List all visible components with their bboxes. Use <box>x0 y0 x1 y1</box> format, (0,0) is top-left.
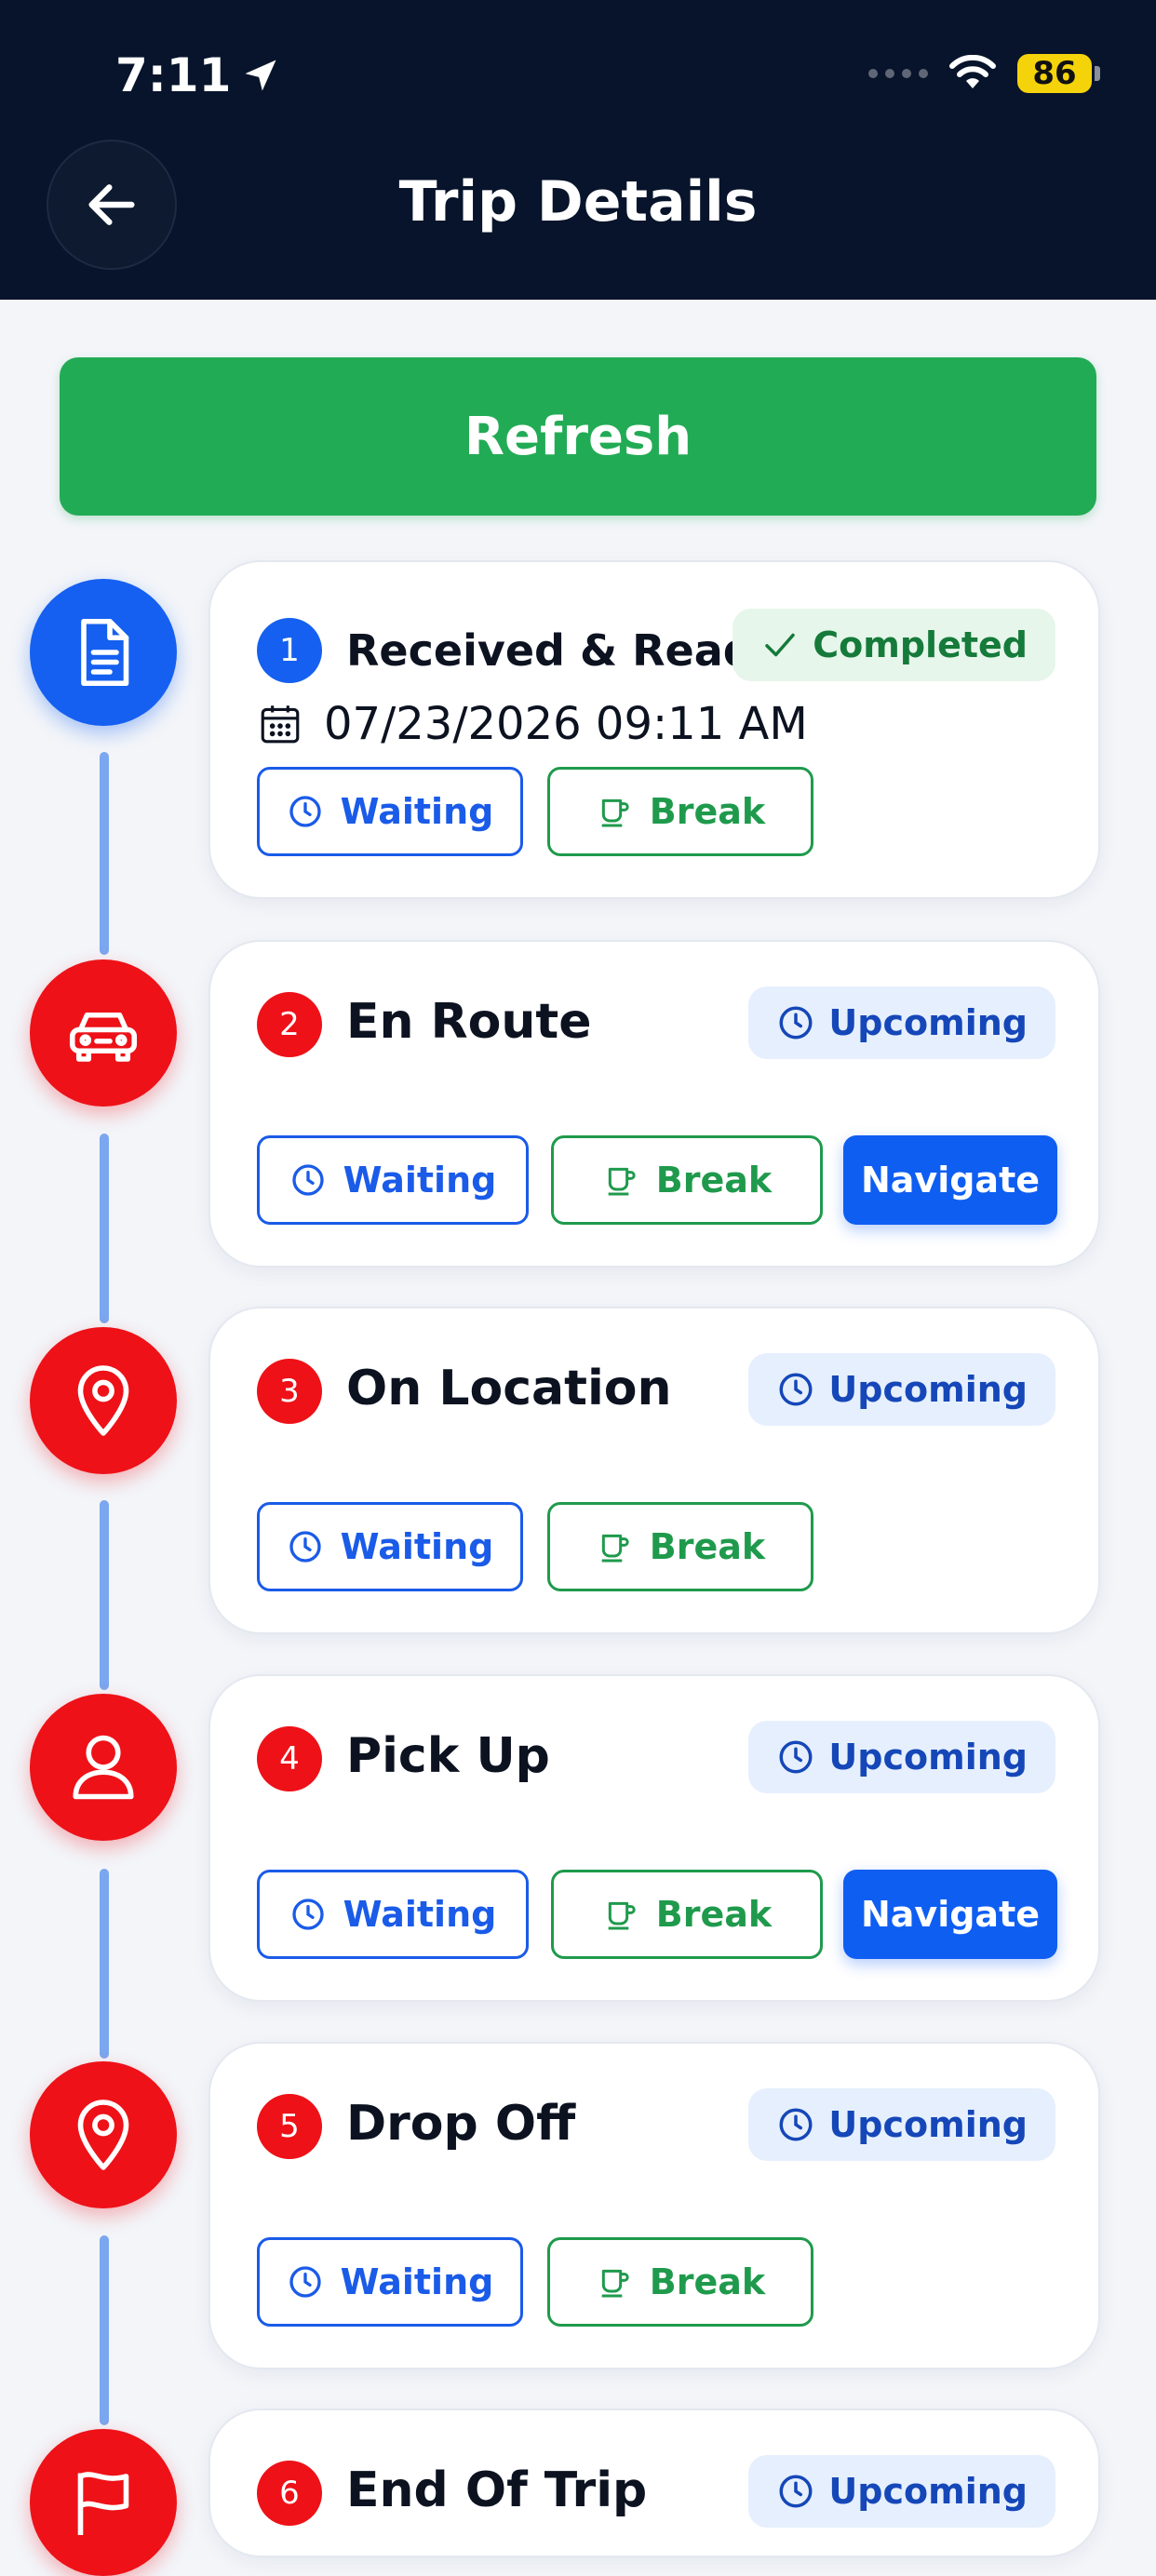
status-badge: Upcoming <box>748 986 1055 1059</box>
step-number-badge: 3 <box>257 1359 322 1424</box>
coffee-cup-icon <box>601 1534 629 1563</box>
waiting-button[interactable]: Waiting <box>257 767 523 856</box>
status-badge: Completed <box>733 609 1055 681</box>
clock-icon <box>289 1531 321 1563</box>
status-badge: Upcoming <box>748 1353 1055 1426</box>
waiting-button-label: Waiting <box>340 1526 494 1567</box>
clock-icon <box>779 1006 813 1040</box>
location-pin-icon <box>77 2100 129 2170</box>
step-4-marker <box>30 1694 177 1841</box>
break-button[interactable]: Break <box>547 1502 813 1591</box>
step-5-marker <box>30 2061 177 2208</box>
car-icon <box>69 1012 138 1062</box>
clock-icon <box>779 1740 813 1774</box>
clock-icon <box>779 2108 813 2141</box>
status-badge: Upcoming <box>748 2088 1055 2161</box>
clock-icon <box>289 2266 321 2298</box>
status-badge-label: Upcoming <box>828 2471 1028 2512</box>
step-number-badge: 4 <box>257 1726 322 1791</box>
coffee-cup-icon <box>608 1901 636 1930</box>
clock-icon <box>291 1898 324 1930</box>
status-badge: Upcoming <box>748 2455 1055 2528</box>
timeline-connector <box>100 752 109 955</box>
status-badge-label: Upcoming <box>828 1737 1028 1778</box>
step-card-end-of-trip: 6 End Of Trip Upcoming <box>208 2408 1100 2557</box>
timeline-connector <box>100 2235 109 2425</box>
step-number-badge: 5 <box>257 2094 322 2159</box>
step-title: On Location <box>346 1361 672 1416</box>
calendar-icon <box>261 705 300 744</box>
person-icon <box>73 1735 134 1800</box>
step-6-marker <box>30 2429 177 2576</box>
step-2-marker <box>30 959 177 1107</box>
clock-icon <box>289 796 321 827</box>
step-number-badge: 6 <box>257 2461 322 2526</box>
waiting-button-label: Waiting <box>343 1894 497 1935</box>
step-title: En Route <box>346 994 592 1050</box>
document-icon <box>81 618 129 687</box>
navigate-button[interactable]: Navigate <box>843 1870 1057 1959</box>
step-card-en-route: 2 En Route Upcoming Waiting Break Naviga… <box>208 940 1100 1268</box>
timeline-connector <box>100 1134 109 1323</box>
step-title: Drop Off <box>346 2096 576 2152</box>
coffee-cup-icon <box>608 1167 636 1196</box>
waiting-button[interactable]: Waiting <box>257 1870 529 1959</box>
waiting-button-label: Waiting <box>340 791 494 832</box>
waiting-button[interactable]: Waiting <box>257 1135 529 1225</box>
break-button[interactable]: Break <box>547 767 813 856</box>
timestamp-text: 07/23/2026 09:11 AM <box>324 698 808 750</box>
break-button-label: Break <box>649 1526 766 1567</box>
coffee-cup-icon <box>601 2269 629 2298</box>
step-3-marker <box>30 1327 177 1474</box>
step-card-pick-up: 4 Pick Up Upcoming Waiting Break Navigat… <box>208 1674 1100 2002</box>
step-title: Pick Up <box>346 1728 550 1784</box>
break-button[interactable]: Break <box>547 2237 813 2327</box>
clock-icon <box>779 2475 813 2508</box>
step-1-marker <box>30 579 177 726</box>
break-button[interactable]: Break <box>551 1135 823 1225</box>
status-badge-label: Upcoming <box>828 1369 1028 1410</box>
check-icon <box>765 633 796 657</box>
step-card-received: 1 Received & Read Completed 07/23/2026 0… <box>208 560 1100 899</box>
waiting-button[interactable]: Waiting <box>257 2237 523 2327</box>
status-badge-label: Upcoming <box>828 2104 1028 2145</box>
status-badge-label: Upcoming <box>828 1002 1028 1043</box>
waiting-button-label: Waiting <box>340 2261 494 2302</box>
status-badge: Upcoming <box>748 1721 1055 1793</box>
waiting-button-label: Waiting <box>343 1160 497 1201</box>
timeline-connector <box>100 1500 109 1690</box>
step-title: Received & Read <box>346 625 754 676</box>
step-number-badge: 1 <box>257 618 322 683</box>
break-button-label: Break <box>655 1894 773 1935</box>
timeline-connector <box>100 1869 109 2059</box>
coffee-cup-icon <box>601 798 629 827</box>
break-button[interactable]: Break <box>551 1870 823 1959</box>
break-button-label: Break <box>649 791 766 832</box>
step-title: End Of Trip <box>346 2462 648 2518</box>
clock-icon <box>291 1164 324 1196</box>
step-number-badge: 2 <box>257 992 322 1057</box>
status-badge-label: Completed <box>813 624 1028 665</box>
step-card-drop-off: 5 Drop Off Upcoming Waiting Break <box>208 2042 1100 2369</box>
navigate-button[interactable]: Navigate <box>843 1135 1057 1225</box>
step-card-on-location: 3 On Location Upcoming Waiting Break <box>208 1307 1100 1634</box>
clock-icon <box>779 1373 813 1406</box>
waiting-button[interactable]: Waiting <box>257 1502 523 1591</box>
location-pin-icon <box>77 1365 129 1436</box>
step-timestamp: 07/23/2026 09:11 AM <box>257 698 808 750</box>
flag-icon <box>77 2472 129 2535</box>
break-button-label: Break <box>649 2261 766 2302</box>
break-button-label: Break <box>655 1160 773 1201</box>
